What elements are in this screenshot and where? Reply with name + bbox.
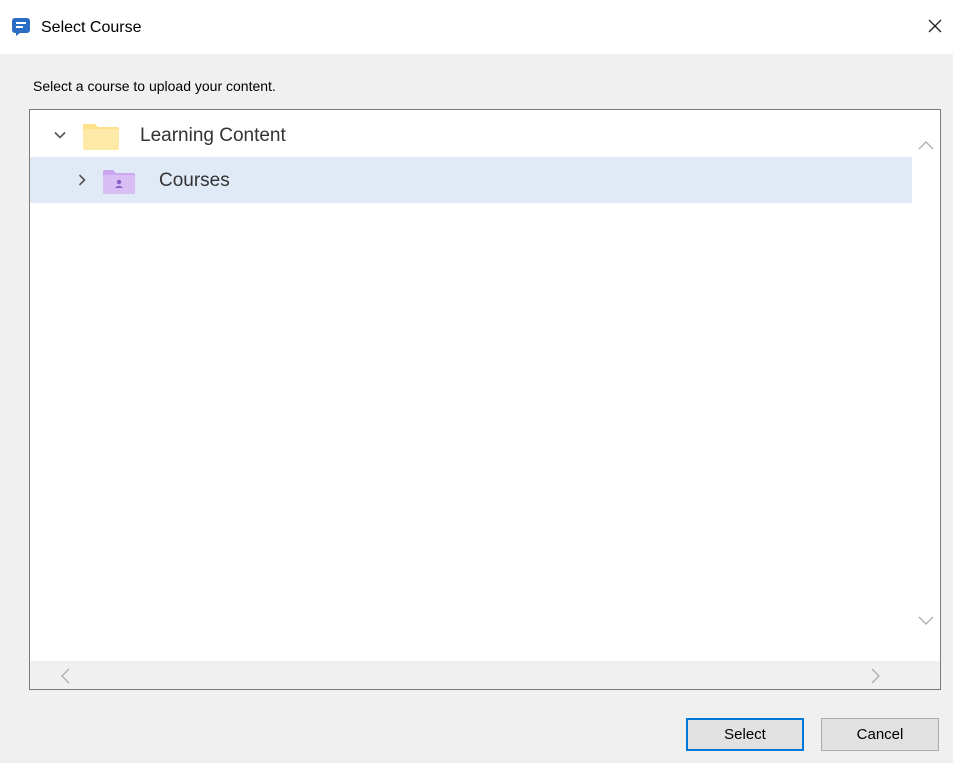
chevron-down-icon[interactable] [52, 127, 68, 143]
select-button[interactable]: Select [686, 718, 804, 751]
tree-item-courses[interactable]: Courses [30, 157, 912, 203]
instruction-text: Select a course to upload your content. [33, 78, 276, 94]
course-tree[interactable]: Learning Content Courses [29, 109, 941, 690]
close-icon [927, 18, 943, 39]
horizontal-scrollbar[interactable] [30, 661, 912, 689]
scrollbar-corner [912, 661, 940, 689]
scroll-down-icon[interactable] [917, 614, 935, 628]
tree-item-label: Learning Content [140, 125, 286, 146]
scroll-left-icon[interactable] [58, 668, 72, 684]
scroll-up-icon[interactable] [917, 138, 935, 152]
vertical-scrollbar[interactable] [912, 110, 940, 661]
scroll-right-icon[interactable] [869, 668, 883, 684]
shared-folder-icon [102, 169, 136, 195]
chat-app-icon [12, 18, 30, 36]
window-title: Select Course [41, 19, 142, 36]
title-bar: Select Course [0, 0, 953, 54]
cancel-button[interactable]: Cancel [821, 718, 939, 751]
folder-icon [82, 123, 120, 151]
tree-item-learning-content[interactable]: Learning Content [30, 112, 912, 158]
chevron-right-icon[interactable] [74, 172, 90, 188]
tree-item-label: Courses [159, 170, 230, 191]
close-button[interactable] [917, 10, 953, 46]
